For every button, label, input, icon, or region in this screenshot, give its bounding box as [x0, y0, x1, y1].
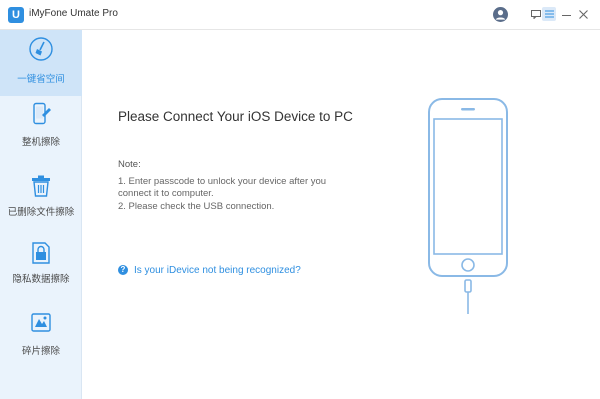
privacy-icon [29, 241, 53, 265]
note-label: Note: [118, 159, 141, 170]
sidebar-item-label: 一键省空间 [17, 74, 65, 85]
question-icon: ? [118, 265, 128, 275]
phone-erase-icon [29, 102, 53, 126]
device-not-recognized-text[interactable]: Is your iDevice not being recognized? [134, 265, 301, 276]
broom-icon [29, 37, 53, 61]
page-title: Please Connect Your iOS Device to PC [118, 109, 353, 124]
close-icon[interactable] [576, 7, 590, 21]
minimize-icon[interactable] [559, 7, 573, 21]
feedback-icon[interactable] [529, 7, 543, 21]
sidebar-item-label: 隐私数据擦除 [12, 274, 70, 285]
sidebar-item-deleted-files-erase[interactable]: 已删除文件擦除 [0, 169, 82, 235]
menu-icon[interactable] [542, 7, 556, 21]
note-line: 2. Please check the USB connection. [118, 201, 275, 212]
trash-icon [29, 174, 53, 198]
sidebar-item-label: 已删除文件擦除 [7, 207, 75, 218]
device-not-recognized-link[interactable]: ? Is your iDevice not being recognized? [118, 263, 301, 277]
app-logo-icon: U [8, 7, 24, 23]
sidebar: 一键省空间 整机擦除 已删除文件擦除 隐私数据擦除 碎片擦除 [0, 30, 82, 399]
sidebar-item-full-erase[interactable]: 整机擦除 [0, 100, 82, 166]
sidebar-item-fragment-erase[interactable]: 碎片擦除 [0, 306, 82, 372]
fragment-icon [29, 310, 53, 334]
note-line: connect it to computer. [118, 188, 214, 199]
account-icon[interactable] [493, 7, 508, 22]
title-bar: U iMyFone Umate Pro [0, 0, 600, 30]
sidebar-item-label: 整机擦除 [21, 137, 60, 148]
note-line: 1. Enter passcode to unlock your device … [118, 176, 327, 187]
sidebar-item-label: 碎片擦除 [21, 346, 60, 357]
sidebar-item-free-up-space[interactable]: 一键省空间 [0, 30, 82, 96]
iphone-illustration [428, 98, 510, 323]
app-title: iMyFone Umate Pro [29, 8, 118, 19]
sidebar-item-privacy-erase[interactable]: 隐私数据擦除 [0, 236, 82, 302]
